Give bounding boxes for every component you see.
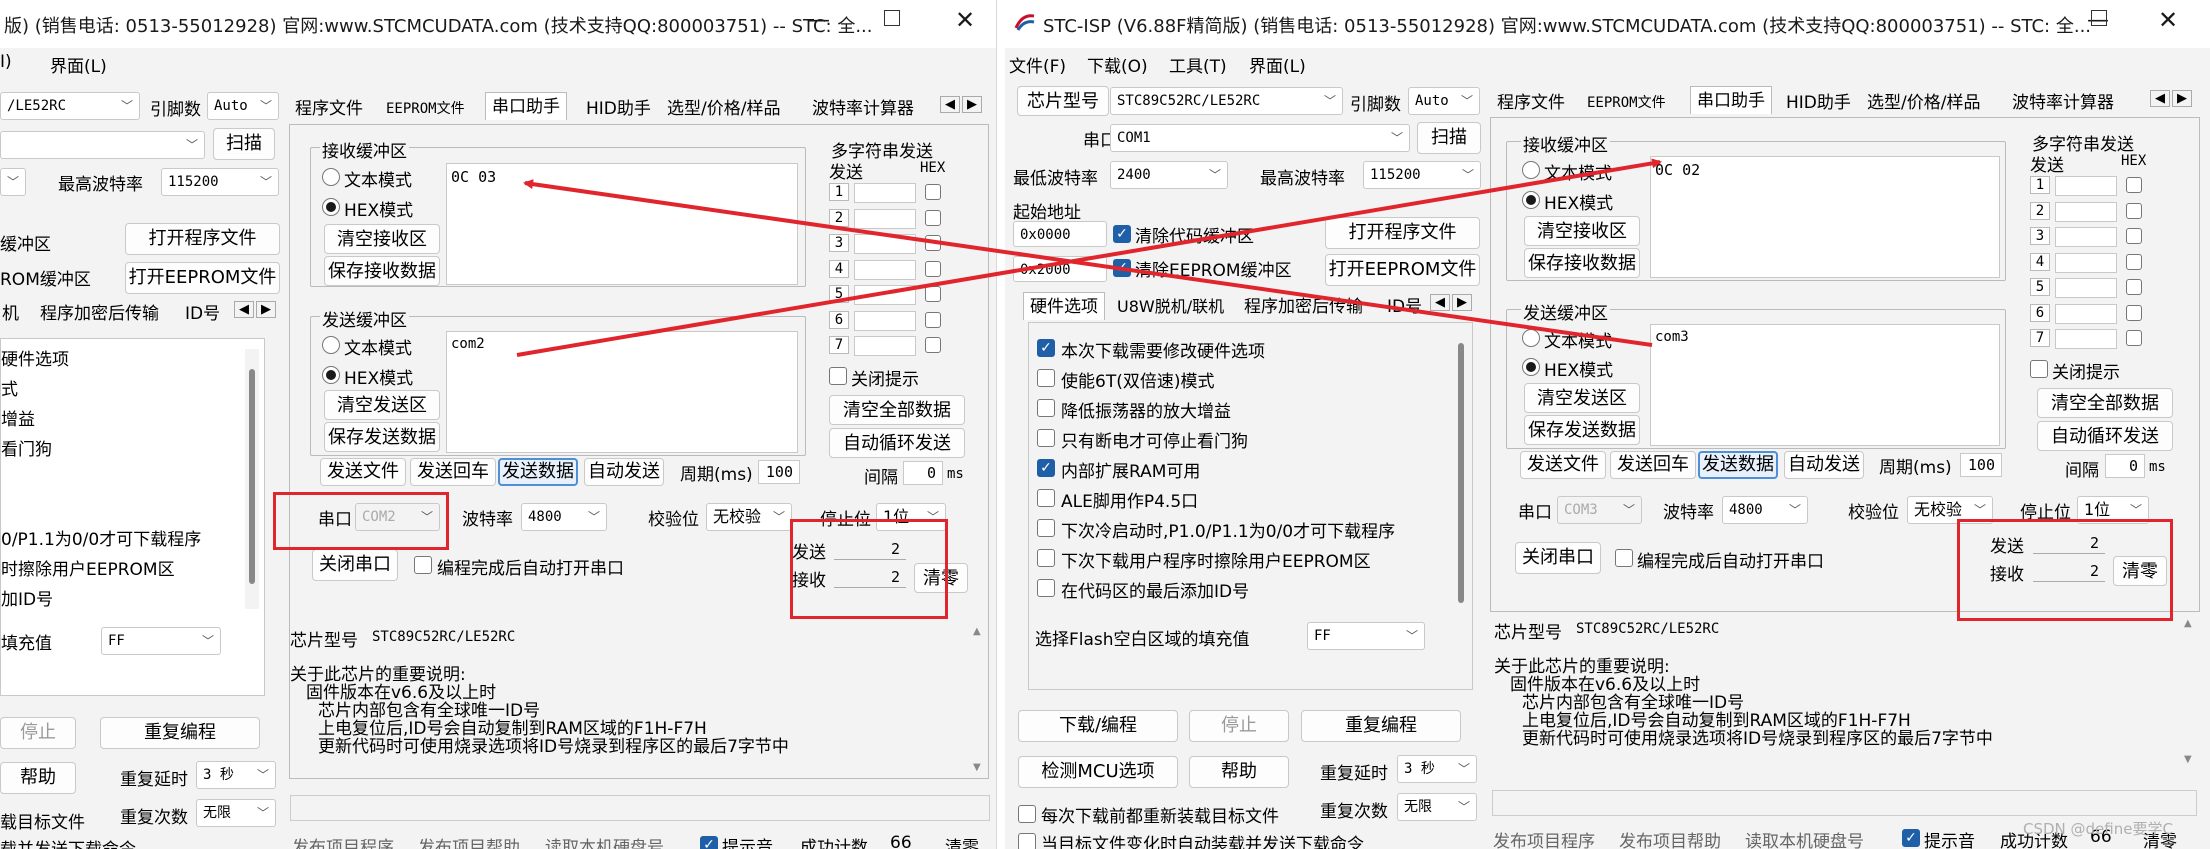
arrow-com3-to-left bbox=[523, 179, 1653, 347]
annotation-arrows bbox=[516, 158, 1662, 357]
arrow-com2-to-right bbox=[516, 158, 1662, 357]
